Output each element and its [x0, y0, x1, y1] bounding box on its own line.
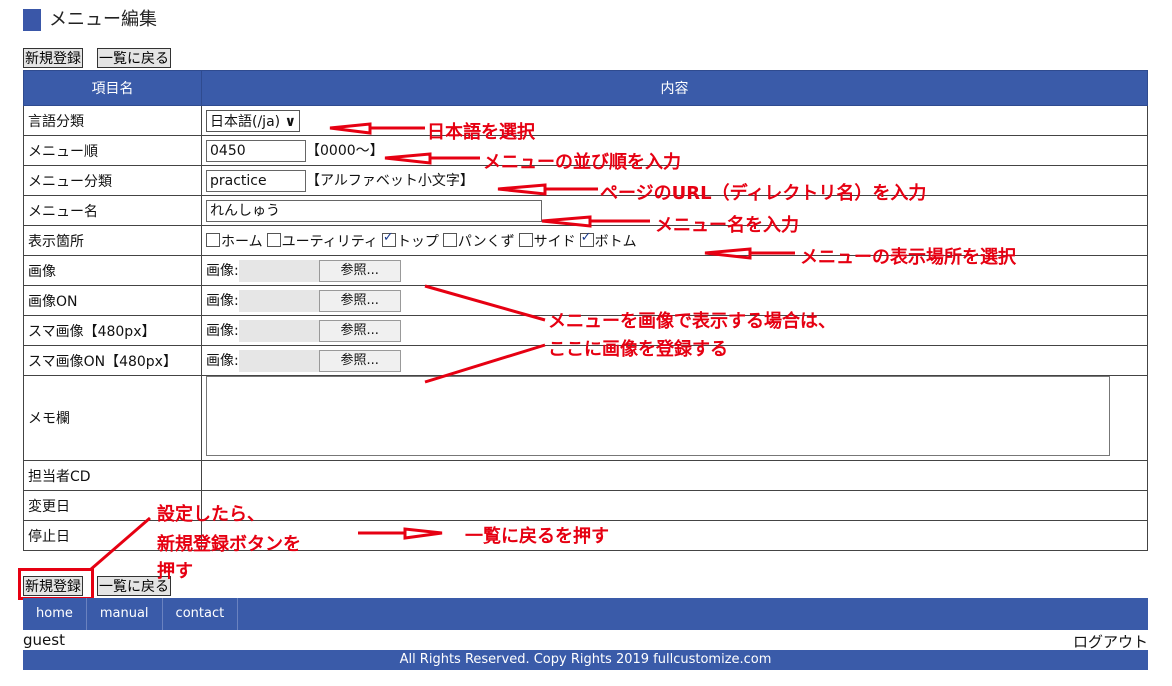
category-label: メニュー分類 [23, 165, 202, 196]
checkbox-top[interactable] [381, 230, 396, 247]
browse-button-sp-image[interactable]: 参照... [318, 319, 401, 342]
title-marker [23, 9, 41, 31]
file-name-box [238, 349, 319, 372]
row-owner: 担当者CD [23, 460, 1148, 491]
annotation-image-line2: ここに画像を登録する [548, 339, 728, 360]
file-label: 画像: [206, 262, 239, 279]
top-label: トップ [396, 233, 439, 250]
chevron-down-icon: ∨ [284, 113, 296, 130]
checkbox-bottom[interactable] [579, 230, 594, 247]
file-name-box [238, 259, 319, 282]
image-label: 画像 [23, 255, 202, 286]
image-on-label: 画像ON [23, 285, 202, 316]
file-name-box [238, 289, 319, 312]
file-name-box [238, 319, 319, 342]
row-language: 言語分類 日本語(/ja) ∨ [23, 105, 1148, 136]
file-label: 画像: [206, 352, 239, 369]
nav-contact[interactable]: contact [163, 598, 239, 630]
sp-image-on-label: スマ画像ON【480px】 [23, 345, 202, 376]
menu-name-label: メニュー名 [23, 195, 202, 226]
language-label: 言語分類 [23, 105, 202, 136]
updated-value [201, 490, 1148, 521]
nav-manual[interactable]: manual [87, 598, 163, 630]
copyright-footer: All Rights Reserved. Copy Rights 2019 fu… [23, 650, 1148, 670]
location-option-home[interactable]: ホーム [206, 232, 263, 250]
annotation-location: メニューの表示場所を選択 [800, 247, 1016, 268]
checkbox-side[interactable] [518, 232, 533, 247]
new-register-button-top[interactable]: 新規登録 [23, 48, 83, 68]
language-select[interactable]: 日本語(/ja) ∨ [206, 109, 300, 132]
annotation-setup-line3: 押す [157, 561, 193, 582]
home-label: ホーム [221, 233, 263, 250]
row-menu-name: メニュー名 れんしゅう [23, 195, 1148, 226]
breadcrumb-label: パンくず [457, 233, 515, 250]
location-option-breadcrumb[interactable]: パンくず [442, 232, 515, 250]
order-hint: 【0000～】 [306, 142, 384, 159]
location-option-top[interactable]: トップ [381, 230, 439, 250]
browse-button-image-on[interactable]: 参照... [318, 289, 401, 312]
nav-home[interactable]: home [23, 598, 87, 630]
location-option-side[interactable]: サイド [518, 232, 576, 250]
memo-label: メモ欄 [23, 375, 202, 461]
annotation-order: メニューの並び順を入力 [483, 152, 681, 173]
page-title: メニュー編集 [49, 9, 157, 30]
annotation-name: メニュー名を入力 [655, 215, 799, 236]
annotation-image-line1: メニューを画像で表示する場合は、 [548, 311, 836, 332]
order-label: メニュー順 [23, 135, 202, 166]
menu-name-input[interactable]: れんしゅう [206, 199, 542, 222]
sp-image-label: スマ画像【480px】 [23, 315, 202, 346]
checkbox-home[interactable] [206, 232, 220, 247]
annotation-setup-line1: 設定したら、 [157, 504, 265, 525]
memo-textarea[interactable] [206, 376, 1110, 456]
category-input[interactable]: practice [206, 169, 306, 192]
browse-button-image[interactable]: 参照... [318, 259, 401, 282]
order-input[interactable]: 0450 [206, 139, 306, 162]
side-label: サイド [533, 233, 576, 250]
annotation-lang: 日本語を選択 [427, 122, 535, 143]
annotation-back: 一覧に戻るを押す [465, 526, 609, 547]
footer-nav: home manual contact [23, 598, 1148, 630]
bottom-label: ボトム [594, 233, 637, 250]
highlight-box [18, 568, 94, 600]
file-label: 画像: [206, 292, 239, 309]
utility-label: ユーティリティ [281, 233, 378, 250]
user-name: guest [23, 631, 65, 649]
header-item-name: 項目名 [23, 70, 202, 106]
location-option-utility[interactable]: ユーティリティ [266, 232, 378, 250]
annotation-url: ページのURL（ディレクトリ名）を入力 [600, 183, 927, 204]
checkbox-breadcrumb[interactable] [442, 232, 457, 247]
location-option-bottom[interactable]: ボトム [579, 230, 637, 250]
owner-value [201, 460, 1148, 491]
browse-button-sp-image-on[interactable]: 参照... [318, 349, 401, 372]
checkbox-utility[interactable] [266, 232, 281, 247]
language-select-value: 日本語(/ja) [210, 113, 281, 130]
annotation-setup-line2: 新規登録ボタンを [157, 534, 301, 555]
stopped-value [201, 520, 1148, 551]
file-label: 画像: [206, 322, 239, 339]
back-to-list-button-top[interactable]: 一覧に戻る [97, 48, 171, 68]
category-hint: 【アルファベット小文字】 [306, 172, 474, 189]
owner-label: 担当者CD [23, 460, 202, 491]
location-label: 表示箇所 [23, 225, 202, 256]
header-content: 内容 [201, 70, 1148, 106]
row-memo: メモ欄 [23, 375, 1148, 461]
logout-link[interactable]: ログアウト [1073, 631, 1148, 652]
